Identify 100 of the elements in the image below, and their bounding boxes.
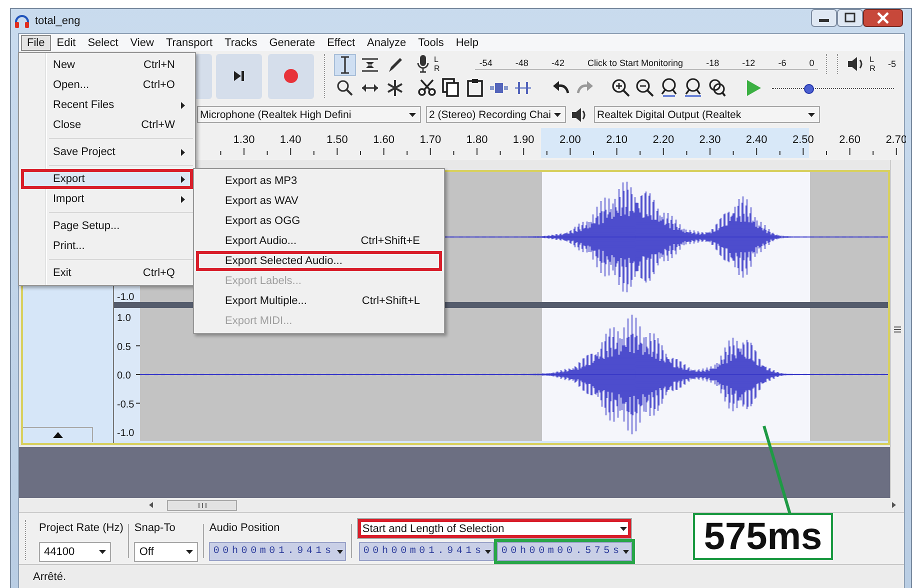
- menu-item[interactable]: Select: [82, 34, 124, 50]
- menu-item[interactable]: Transport: [160, 34, 219, 50]
- fit-project-icon[interactable]: [682, 76, 704, 98]
- close-button[interactable]: [863, 9, 903, 27]
- menu-item[interactable]: Analyze: [361, 34, 412, 50]
- dropdown-arrow-icon: [186, 550, 194, 554]
- channels-dropdown[interactable]: 2 (Stereo) Recording Chai: [426, 106, 566, 123]
- channel-label: R: [434, 64, 441, 72]
- channel-label: L: [434, 54, 440, 64]
- amplitude-label: -0.5: [117, 399, 134, 410]
- minimize-button[interactable]: [811, 9, 837, 27]
- ruler-label: 2.20: [652, 134, 674, 146]
- input-device-dropdown[interactable]: Microphone (Realtek High Defini: [197, 106, 421, 123]
- meter-label: -5: [888, 58, 896, 68]
- record-button[interactable]: [268, 54, 314, 98]
- menu-item[interactable]: Export as OGG: [196, 211, 442, 231]
- menu-item[interactable]: Print...: [21, 236, 193, 256]
- ruler-label: 1.90: [512, 134, 534, 146]
- microphone-icon[interactable]: [416, 54, 430, 74]
- ruler-label: 1.60: [373, 134, 394, 146]
- record-icon: [283, 68, 299, 84]
- menu-item[interactable]: Tracks: [218, 34, 264, 50]
- field-label: Snap-To: [134, 522, 176, 536]
- menu-item[interactable]: Exit Ctrl+Q: [21, 263, 193, 283]
- vertical-scrollbar[interactable]: [890, 160, 904, 498]
- meter-label: 0: [809, 58, 814, 68]
- menu-item[interactable]: Export Audio... Ctrl+Shift+E: [196, 231, 442, 251]
- window-title: total_eng: [35, 15, 80, 27]
- menu-item[interactable]: Save Project: [21, 142, 193, 162]
- menu-item[interactable]: Import: [21, 189, 193, 209]
- amplitude-label: 1.0: [117, 313, 131, 324]
- time-field[interactable]: 00h00m00.575s: [497, 542, 632, 561]
- dropdown-arrow-icon: [337, 550, 344, 554]
- annotation-label: 575ms: [693, 513, 833, 560]
- menu-item[interactable]: Help: [450, 34, 484, 50]
- skip-to-end-button[interactable]: [216, 54, 262, 98]
- menu-item[interactable]: File: [21, 34, 51, 50]
- meter-label: -6: [778, 58, 786, 68]
- time-field[interactable]: 00h00m01.941s: [359, 542, 494, 561]
- meter-scale[interactable]: -54 -48 -42 Click to Start Monitoring -18 -12 -6 0: [475, 58, 818, 70]
- menu-item[interactable]: Export as WAV: [196, 191, 442, 211]
- grip-icon: [894, 326, 901, 332]
- menu-item[interactable]: Export as MP3: [196, 171, 442, 191]
- maximize-button[interactable]: [837, 9, 863, 27]
- skip-to-end-icon: [233, 70, 245, 82]
- menu-item[interactable]: Page Setup...: [21, 216, 193, 236]
- field-label: Project Rate (Hz): [39, 522, 124, 536]
- cut-icon[interactable]: [416, 76, 438, 98]
- ruler-label: 2.30: [699, 134, 721, 146]
- menu-item[interactable]: Export: [21, 169, 193, 189]
- status-text: Arrêté.: [33, 571, 66, 583]
- ruler-label: 2.10: [606, 134, 628, 146]
- zoom-toggle-icon[interactable]: [706, 76, 728, 98]
- field-label: Audio Position: [209, 522, 281, 536]
- scroll-thumb[interactable]: [167, 500, 237, 510]
- amplitude-label: 0.0: [117, 370, 131, 382]
- project-rate-dropdown[interactable]: 44100: [39, 542, 111, 562]
- submenu-arrow-icon: [181, 102, 185, 108]
- menu-item[interactable]: Effect: [321, 34, 362, 50]
- menu-item[interactable]: Generate: [263, 34, 322, 50]
- copy-icon[interactable]: [440, 76, 462, 98]
- menu-item[interactable]: View: [124, 34, 160, 50]
- scroll-left-icon: [149, 502, 153, 508]
- menu-item[interactable]: New Ctrl+N: [21, 55, 193, 75]
- meter-label: -42: [551, 58, 564, 68]
- zoom-out-icon[interactable]: [634, 76, 656, 98]
- meter-scale[interactable]: -5: [882, 58, 896, 68]
- ruler-label: 1.40: [280, 134, 302, 146]
- time-field[interactable]: 00h00m01.941s: [209, 542, 346, 561]
- horizontal-scrollbar[interactable]: [19, 498, 904, 512]
- menu-item[interactable]: Open... Ctrl+O: [21, 75, 193, 95]
- meter-label: Click to Start Monitoring: [588, 58, 684, 68]
- collapse-button[interactable]: [23, 427, 93, 442]
- zoom-in-icon[interactable]: [610, 76, 632, 98]
- ruler-label: 1.50: [326, 134, 348, 146]
- ruler-label: 1.80: [466, 134, 488, 146]
- menu-item[interactable]: Export Selected Audio...: [196, 251, 442, 271]
- ruler-label: 2.60: [839, 134, 860, 146]
- menu-item[interactable]: Edit: [50, 34, 82, 50]
- meter-label: -48: [515, 58, 528, 68]
- menu-item[interactable]: Tools: [412, 34, 450, 50]
- snap-to-dropdown[interactable]: Off: [134, 542, 198, 562]
- paste-icon[interactable]: [464, 76, 486, 98]
- selection-mode-dropdown[interactable]: Start and Length of Selection: [357, 518, 632, 539]
- ruler-label: 2.50: [792, 134, 814, 146]
- ruler-label: 2.40: [746, 134, 768, 146]
- selection-tool-icon[interactable]: [334, 54, 356, 76]
- menu-item[interactable]: Recent Files: [21, 95, 193, 115]
- ruler-label: 1.70: [420, 134, 442, 146]
- meter-label: -12: [742, 58, 756, 68]
- dropdown-arrow-icon: [623, 550, 630, 554]
- submenu-arrow-icon: [181, 196, 185, 202]
- dropdown-arrow-icon: [409, 112, 416, 116]
- scroll-right-icon: [892, 502, 896, 508]
- ruler-label: 2.00: [560, 134, 581, 146]
- output-device-dropdown[interactable]: Realtek Digital Output (Realtek: [594, 106, 820, 123]
- dropdown-arrow-icon: [99, 550, 106, 554]
- amplitude-label: -1.0: [117, 428, 134, 439]
- meter-label: -54: [479, 58, 492, 68]
- menu-item[interactable]: Export Multiple... Ctrl+Shift+L: [196, 291, 442, 311]
